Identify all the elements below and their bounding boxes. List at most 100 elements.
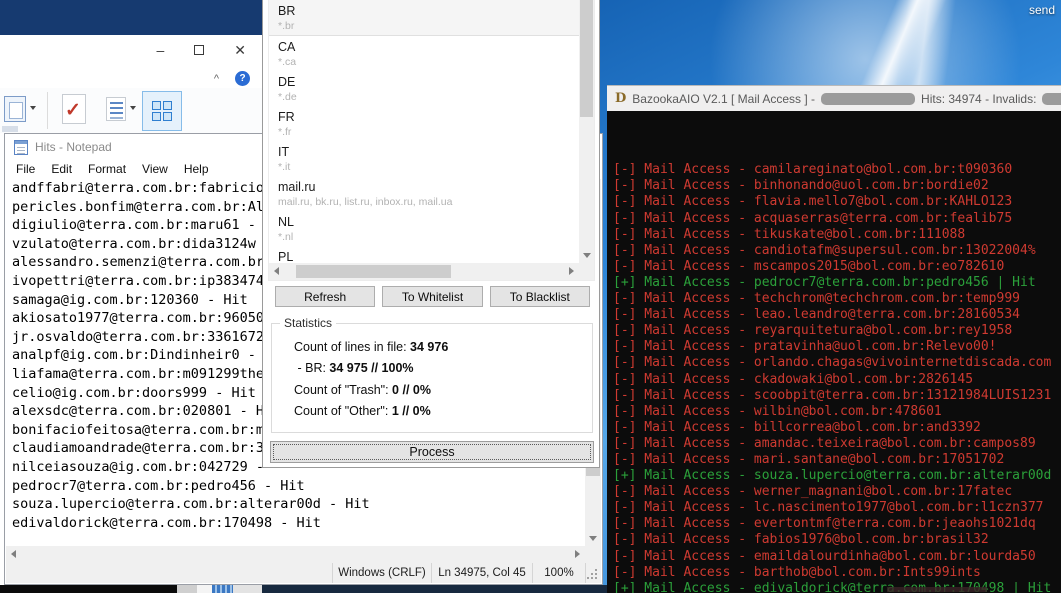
chevron-down-icon[interactable] bbox=[30, 106, 36, 110]
statistics-rows: Count of lines in file: 34 976 - BR: 34 … bbox=[294, 337, 592, 422]
statistic-label: Count of lines in file: bbox=[294, 340, 410, 354]
process-button[interactable]: Process bbox=[270, 441, 594, 463]
redaction-scribble bbox=[887, 587, 987, 592]
bazooka-app-icon: D bbox=[615, 91, 626, 106]
filter-dialog: BR*.brCA*.caDE*.deFR*.frIT*.itmail.rumai… bbox=[262, 0, 600, 468]
console-line: [-] Mail Access - ckadowaki@bol.com.br:2… bbox=[613, 372, 1061, 388]
notepad-title: Hits - Notepad bbox=[35, 140, 112, 154]
collapse-ribbon-icon[interactable]: ^ bbox=[214, 73, 219, 85]
scrollbar-thumb[interactable] bbox=[296, 265, 451, 278]
notepad-line: edivaldorick@terra.com.br:170498 - Hit bbox=[12, 514, 584, 533]
filter-item-ca[interactable]: CA*.ca bbox=[269, 36, 579, 71]
notepad-line: pedrocr7@terra.com.br:pedro456 - Hit bbox=[12, 477, 584, 496]
console-line: [-] Mail Access - evertontmf@terra.com.b… bbox=[613, 516, 1061, 532]
grid-view-button[interactable] bbox=[142, 91, 182, 131]
menu-edit[interactable]: Edit bbox=[43, 160, 80, 179]
statistic-label: Count of "Trash": bbox=[294, 383, 392, 397]
chevron-down-icon[interactable] bbox=[130, 106, 136, 110]
console-line: [-] Mail Access - scoobpit@terra.com.br:… bbox=[613, 388, 1061, 404]
console-line: [-] Mail Access - techchrom@techchrom.co… bbox=[613, 291, 1061, 307]
partial-toolbar-icon bbox=[2, 126, 18, 132]
console-titlebar[interactable]: D BazookaAIO V2.1 [ Mail Access ] - Hits… bbox=[607, 86, 1061, 111]
clipboard-icon[interactable] bbox=[4, 96, 26, 122]
list-horizontal-scrollbar[interactable] bbox=[269, 263, 579, 280]
filter-item-mailru[interactable]: mail.rumail.ru, bk.ru, list.ru, inbox.ru… bbox=[269, 176, 579, 211]
minimize-icon[interactable]: – bbox=[156, 42, 164, 59]
scroll-left-icon[interactable] bbox=[11, 550, 16, 558]
grid-icon bbox=[152, 101, 172, 121]
menu-view[interactable]: View bbox=[134, 160, 176, 179]
statusbar-zoom-level: 100% bbox=[532, 563, 585, 583]
statistics-groupbox: Statistics Count of lines in file: 34 97… bbox=[271, 323, 593, 433]
scroll-right-icon[interactable] bbox=[575, 550, 580, 558]
taskbar-segment bbox=[197, 585, 212, 593]
statusbar-spacer bbox=[6, 563, 332, 583]
list-vertical-scrollbar[interactable] bbox=[579, 0, 594, 263]
filter-item-label: DE bbox=[278, 74, 579, 90]
redaction-scribble bbox=[821, 93, 915, 105]
console-line: [-] Mail Access - orlando.chagas@vivoint… bbox=[613, 355, 1061, 371]
filter-item-nl[interactable]: NL*.nl bbox=[269, 211, 579, 246]
ribbon-hint-row: ^ ? bbox=[214, 71, 250, 86]
bottom-taskbar-strip bbox=[0, 585, 607, 593]
statistic-value: 34 975 // 100% bbox=[329, 361, 413, 375]
console-line: [-] Mail Access - binhonando@uol.com.br:… bbox=[613, 178, 1061, 194]
scroll-down-icon[interactable] bbox=[583, 253, 591, 258]
taskbar-segment bbox=[177, 585, 197, 593]
background-toolbar bbox=[0, 88, 262, 133]
statistic-value: 1 // 0% bbox=[392, 404, 431, 418]
console-title-prefix: BazookaAIO V2.1 [ Mail Access ] - bbox=[632, 92, 815, 106]
filter-item-pl[interactable]: PL*.pl bbox=[269, 246, 579, 263]
filter-item-br[interactable]: BR*.br bbox=[269, 0, 579, 36]
refresh-button[interactable]: Refresh bbox=[275, 286, 375, 307]
check-document-icon[interactable] bbox=[62, 94, 86, 124]
scrollbar-corner bbox=[579, 263, 594, 280]
filter-item-domains: mail.ru, bk.ru, list.ru, inbox.ru, mail.… bbox=[278, 196, 579, 209]
notepad-line: souza.lupercio@terra.com.br:alterar00d -… bbox=[12, 495, 584, 514]
statistic-label: Count of "Other": bbox=[294, 404, 392, 418]
filter-item-domains: *.ca bbox=[278, 56, 579, 69]
console-line: [-] Mail Access - flavia.mello7@bol.com.… bbox=[613, 194, 1061, 210]
console-line: [-] Mail Access - leao.leandro@terra.com… bbox=[613, 307, 1061, 323]
console-title-hits: Hits: 34974 - Invalids: bbox=[921, 92, 1036, 106]
menu-help[interactable]: Help bbox=[176, 160, 217, 179]
menu-file[interactable]: File bbox=[8, 160, 43, 179]
to-blacklist-button[interactable]: To Blacklist bbox=[490, 286, 590, 307]
statistic-row: Count of "Trash": 0 // 0% bbox=[294, 380, 592, 401]
filter-item-fr[interactable]: FR*.fr bbox=[269, 106, 579, 141]
filter-item-domains: *.it bbox=[278, 161, 579, 174]
console-line: [-] Mail Access - werner_magnani@bol.com… bbox=[613, 484, 1061, 500]
filter-item-de[interactable]: DE*.de bbox=[269, 71, 579, 106]
statistic-row: - BR: 34 975 // 100% bbox=[294, 358, 592, 379]
to-whitelist-button[interactable]: To Whitelist bbox=[382, 286, 482, 307]
list-icon[interactable] bbox=[106, 97, 126, 121]
notepad-horizontal-scrollbar[interactable] bbox=[6, 546, 585, 563]
menu-format[interactable]: Format bbox=[80, 160, 134, 179]
statusbar-encoding: Windows (CRLF) bbox=[332, 563, 431, 583]
notepad-icon bbox=[14, 140, 28, 155]
console-line: [-] Mail Access - camilareginato@bol.com… bbox=[613, 162, 1061, 178]
console-output[interactable]: [-] Mail Access - camilareginato@bol.com… bbox=[607, 111, 1061, 593]
filter-item-it[interactable]: IT*.it bbox=[269, 141, 579, 176]
console-line: [-] Mail Access - wilbin@bol.com.br:4786… bbox=[613, 404, 1061, 420]
toolbar-divider bbox=[47, 92, 48, 129]
scroll-left-icon[interactable] bbox=[274, 267, 279, 275]
maximize-icon[interactable] bbox=[194, 45, 204, 55]
scroll-down-icon[interactable] bbox=[589, 536, 597, 541]
close-icon[interactable]: ✕ bbox=[234, 42, 246, 59]
resize-grip[interactable] bbox=[585, 563, 601, 583]
scroll-right-icon[interactable] bbox=[569, 267, 574, 275]
taskbar-segment bbox=[262, 585, 607, 593]
screen: send – ✕ ^ ? bbox=[0, 0, 1061, 593]
filter-item-domains: *.nl bbox=[278, 231, 579, 244]
taskbar-segment bbox=[233, 585, 262, 593]
console-line: [-] Mail Access - barthob@bol.com.br:Int… bbox=[613, 565, 1061, 581]
help-icon[interactable]: ? bbox=[235, 71, 250, 86]
console-line: [-] Mail Access - pratavinha@uol.com.br:… bbox=[613, 339, 1061, 355]
filter-item-label: PL bbox=[278, 249, 579, 263]
notepad-statusbar: Windows (CRLF) Ln 34975, Col 45 100% bbox=[6, 563, 601, 583]
scrollbar-thumb[interactable] bbox=[580, 0, 593, 117]
filter-item-label: FR bbox=[278, 109, 579, 125]
desktop-icon-label[interactable]: send bbox=[1029, 3, 1055, 17]
statistic-value: 34 976 bbox=[410, 340, 448, 354]
